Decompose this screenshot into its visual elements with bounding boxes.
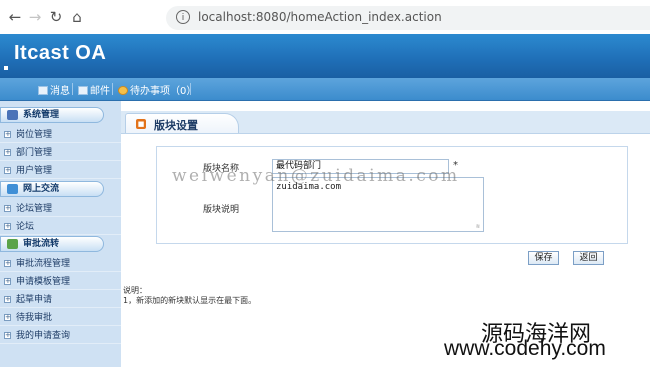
toolbar-divider (112, 83, 113, 95)
address-bar[interactable]: i localhost:8080/homeAction_index.action (166, 6, 650, 30)
sidebar-item-label: 审批流程管理 (16, 259, 71, 269)
sidebar-group-communication[interactable]: 网上交流 (0, 181, 104, 197)
settings-icon: ■ (136, 119, 146, 129)
home-icon[interactable]: ⌂ (68, 8, 86, 26)
sidebar-item-label: 待我审批 (16, 313, 53, 323)
cube-icon (7, 110, 18, 120)
sidebar-item-departments[interactable]: + 部门管理 (0, 145, 121, 161)
todo-icon (118, 86, 128, 95)
plus-icon: + (4, 313, 11, 321)
top-toolbar: 消息 邮件 待办事项（0） (0, 78, 650, 101)
plus-icon: + (4, 130, 11, 138)
sidebar-item-template-management[interactable]: + 申请模板管理 (0, 274, 121, 290)
sidebar-item-forum[interactable]: + 论坛 (0, 219, 121, 235)
flow-icon (7, 239, 18, 249)
sidebar-item-draft-application[interactable]: + 起草申请 (0, 292, 121, 308)
app-header: Itcast OA (0, 34, 650, 78)
sidebar-item-label: 起草申请 (16, 295, 53, 305)
url-text: localhost:8080/homeAction_index.action (198, 10, 442, 24)
messages-link[interactable]: 消息 (38, 82, 70, 97)
todo-link[interactable]: 待办事项（0） (118, 82, 196, 97)
site-watermark-url: www.codehy.com (444, 337, 606, 360)
sidebar-item-label: 申请模板管理 (16, 277, 71, 287)
mail-icon (78, 86, 88, 95)
toolbar-divider (72, 83, 73, 95)
sidebar-item-positions[interactable]: + 岗位管理 (0, 127, 121, 143)
sidebar-item-process-management[interactable]: + 审批流程管理 (0, 256, 121, 272)
browser-toolbar: ← → ↻ ⌂ i localhost:8080/homeAction_inde… (0, 0, 650, 35)
sidebar-item-label: 部门管理 (16, 148, 53, 158)
sidebar-item-label: 岗位管理 (16, 130, 53, 140)
logo-dot (4, 66, 8, 70)
sidebar-item-users[interactable]: + 用户管理 (0, 163, 121, 179)
message-icon (38, 86, 48, 95)
title-bar: ■ 版块设置 (121, 111, 650, 134)
info-icon[interactable]: i (176, 10, 190, 24)
forum-form: 版块名称 最代码部门 * 版块说明 zuidaima.com ≋ (156, 146, 628, 244)
todo-label: 待办事项（0） (130, 86, 197, 97)
messages-label: 消息 (50, 86, 70, 97)
plus-icon: + (4, 166, 11, 174)
plus-icon: + (4, 204, 11, 212)
sidebar-item-my-applications[interactable]: + 我的申请查询 (0, 328, 121, 344)
note-text: 1，新添加的新块默认显示在最下面。 (123, 296, 257, 305)
toolbar-divider (190, 83, 191, 95)
plus-icon: + (4, 148, 11, 156)
app-logo: Itcast OA (14, 42, 107, 64)
plus-icon: + (4, 331, 11, 339)
plus-icon: + (4, 259, 11, 267)
save-button[interactable]: 保存 (528, 251, 559, 265)
sidebar-item-label: 论坛管理 (16, 204, 53, 214)
sidebar-item-forum-management[interactable]: + 论坛管理 (0, 201, 121, 217)
overlay-watermark: weiwenyan@zuidaima.com (172, 166, 460, 186)
group-label: 审批流转 (23, 239, 60, 249)
group-label: 网上交流 (23, 184, 60, 194)
sidebar-item-label: 我的申请查询 (16, 331, 71, 341)
plus-icon: + (4, 277, 11, 285)
description-label: 版块说明 (203, 205, 240, 215)
sidebar-item-label: 用户管理 (16, 166, 53, 176)
back-icon[interactable]: ← (6, 8, 24, 26)
sidebar: 系统管理 + 岗位管理 + 部门管理 + 用户管理 网上交流 + 论坛管理 + 论坛 审批… (0, 101, 121, 367)
mail-label: 邮件 (90, 86, 110, 97)
chat-icon (7, 184, 18, 194)
mail-link[interactable]: 邮件 (78, 82, 110, 97)
sidebar-item-pending-approval[interactable]: + 待我审批 (0, 310, 121, 326)
forward-icon[interactable]: → (26, 8, 44, 26)
reload-icon[interactable]: ↻ (47, 8, 65, 26)
resize-grip-icon[interactable]: ≋ (476, 224, 482, 230)
group-label: 系统管理 (23, 110, 60, 120)
plus-icon: + (4, 295, 11, 303)
page-title: 版块设置 (154, 119, 198, 132)
title-tab: ■ 版块设置 (125, 113, 239, 133)
sidebar-item-label: 论坛 (16, 222, 35, 232)
plus-icon: + (4, 222, 11, 230)
sidebar-group-system[interactable]: 系统管理 (0, 107, 104, 123)
back-button[interactable]: 返回 (573, 251, 604, 265)
sidebar-group-approval[interactable]: 审批流转 (0, 236, 104, 252)
